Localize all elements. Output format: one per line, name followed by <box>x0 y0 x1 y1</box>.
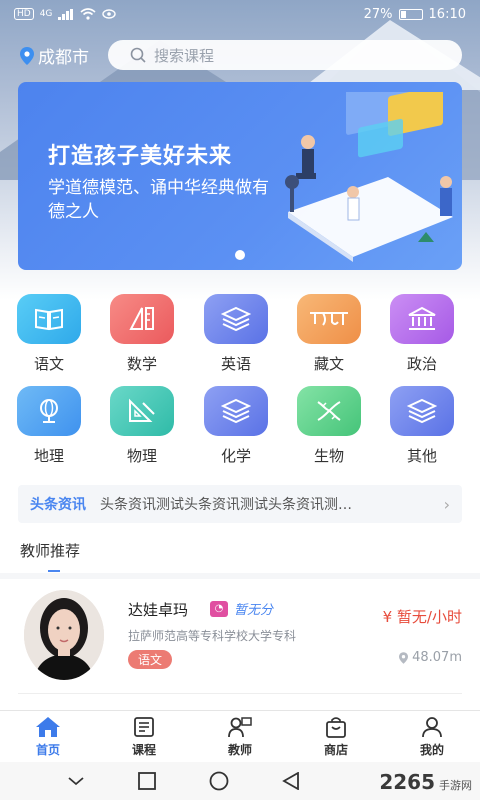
category-shengwu[interactable]: 生物 <box>289 386 369 466</box>
wifi-icon <box>80 8 96 20</box>
avatar <box>24 590 104 680</box>
news-tag: 头条资讯 <box>30 497 86 513</box>
category-label: 地理 <box>33 447 64 465</box>
status-bar: HD 4G 27% 16:10 <box>0 0 480 28</box>
hd-indicator: HD <box>14 8 34 20</box>
clock: 16:10 <box>428 6 466 22</box>
category-dili[interactable]: 地理 <box>9 386 89 466</box>
chevron-right-icon: › <box>443 494 450 514</box>
government-building-icon <box>390 294 454 344</box>
search-icon <box>130 47 146 63</box>
tab-label: 首页 <box>35 742 60 757</box>
category-label: 数学 <box>126 355 157 373</box>
ruler-icon <box>110 294 174 344</box>
category-label: 生物 <box>313 447 344 465</box>
rating-badge: ◔ 暂无分 <box>210 599 273 618</box>
category-qita[interactable]: 其他 <box>382 386 462 466</box>
teacher-price: ¥ 暂无/小时 <box>382 608 462 626</box>
recents-square-icon[interactable] <box>137 772 156 790</box>
category-zhengzhi[interactable]: 政治 <box>382 294 462 374</box>
search-input[interactable]: 搜索课程 <box>108 40 462 70</box>
category-yingyu[interactable]: 英语 <box>196 294 276 374</box>
banner-subtitle: 学道德模范、诵中华经典做有德之人 <box>48 178 269 222</box>
shop-bag-icon <box>326 716 346 738</box>
eye-icon <box>102 9 117 19</box>
section-divider <box>0 573 480 579</box>
location-label: 成都市 <box>38 48 89 68</box>
tab-label: 商店 <box>323 742 348 757</box>
category-wuli[interactable]: 物理 <box>102 386 182 466</box>
category-label: 其他 <box>406 447 437 465</box>
category-label: 藏文 <box>313 355 344 373</box>
promo-banner[interactable]: 打造孩子美好未来 学道德模范、诵中华经典做有德之人 <box>18 82 462 270</box>
section-title: 教师推荐 <box>20 542 81 560</box>
distance-value: 48.07m <box>412 650 462 665</box>
layers-icon <box>390 386 454 436</box>
category-label: 政治 <box>406 355 437 373</box>
tibetan-script-icon <box>297 294 361 344</box>
banner-pager-dot[interactable] <box>235 250 245 260</box>
battery-icon <box>398 8 423 20</box>
tab-profile[interactable]: 我的 <box>384 711 480 762</box>
category-label: 语文 <box>33 355 64 373</box>
location-selector[interactable]: 成都市 <box>20 43 89 68</box>
category-label: 物理 <box>126 447 157 465</box>
tab-label: 课程 <box>131 742 156 757</box>
layers-icon <box>204 386 268 436</box>
category-huaxue[interactable]: 化学 <box>196 386 276 466</box>
rating-text: 暂无分 <box>234 603 274 618</box>
globe-icon <box>17 386 81 436</box>
set-square-icon <box>110 386 174 436</box>
category-label: 化学 <box>220 447 251 465</box>
dna-icon <box>297 386 361 436</box>
teacher-icon <box>228 716 252 737</box>
profile-icon <box>422 716 442 737</box>
back-triangle-icon[interactable] <box>282 772 300 790</box>
course-icon <box>134 716 154 737</box>
location-pin-icon <box>399 651 409 664</box>
subject-tag: 语文 <box>128 650 173 669</box>
home-circle-icon[interactable] <box>209 771 229 791</box>
teacher-name: 达娃卓玛 <box>128 601 189 619</box>
banner-title: 打造孩子美好未来 <box>48 144 233 169</box>
rating-icon: ◔ <box>210 600 228 617</box>
network-indicator: 4G <box>39 9 53 19</box>
tab-label: 教师 <box>227 742 252 757</box>
tab-label: 我的 <box>419 742 444 757</box>
section-underline <box>48 570 60 572</box>
chevron-down-icon[interactable] <box>67 776 85 786</box>
layers-icon <box>204 294 268 344</box>
battery-percent: 27% <box>363 6 393 22</box>
category-shuxue[interactable]: 数学 <box>102 294 182 374</box>
watermark-logo: 2265 手游网 <box>379 770 472 794</box>
teacher-card[interactable]: 达娃卓玛 ◔ 暂无分 拉萨师范高等专科学校大学专科 语文 ¥ 暂无/小时 48.… <box>0 580 480 690</box>
card-divider <box>18 693 462 694</box>
book-icon <box>17 294 81 344</box>
category-yuwen[interactable]: 语文 <box>9 294 89 374</box>
tab-teacher[interactable]: 教师 <box>192 711 288 762</box>
banner-illustration <box>285 92 453 262</box>
category-label: 英语 <box>220 355 251 373</box>
news-headline: 头条资讯测试头条资讯测试头条资讯测… <box>100 497 352 513</box>
teacher-distance: 48.07m <box>399 650 462 665</box>
search-placeholder: 搜索课程 <box>154 46 215 65</box>
tab-course[interactable]: 课程 <box>96 711 192 762</box>
signal-icon <box>58 8 74 20</box>
location-pin-icon <box>20 46 34 65</box>
news-ticker[interactable]: 头条资讯 头条资讯测试头条资讯测试头条资讯测… › <box>18 485 462 523</box>
category-zangwen[interactable]: 藏文 <box>289 294 369 374</box>
tab-home[interactable]: 首页 <box>0 711 96 762</box>
bottom-tab-bar: 首页 课程 教师 商店 我的 <box>0 710 480 762</box>
home-icon <box>36 716 60 737</box>
teacher-school: 拉萨师范高等专科学校大学专科 <box>128 629 297 643</box>
tab-shop[interactable]: 商店 <box>288 711 384 762</box>
